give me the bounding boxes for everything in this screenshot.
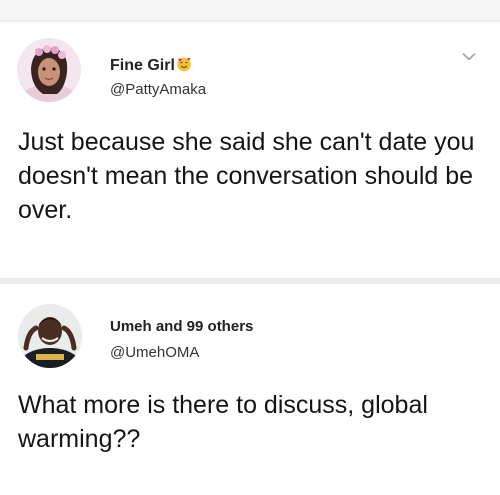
display-name[interactable]: Fine Girl (110, 56, 192, 75)
avatar[interactable] (17, 38, 81, 102)
avatar-image (18, 304, 82, 368)
user-handle[interactable]: @PattyAmaka (110, 81, 206, 98)
tweet-text: What more is there to discuss, global wa… (18, 391, 428, 453)
tweet-card[interactable]: Fine Girl @PattyAmaka Just because she s… (0, 22, 500, 278)
chevron-down-icon[interactable] (462, 52, 476, 62)
tweet-text: Just because she said she can't date you… (18, 128, 475, 224)
tweet-card[interactable]: Umeh and 99 others @UmehOMA What more is… (0, 284, 500, 495)
avatar-image (17, 38, 81, 102)
user-handle[interactable]: @UmehOMA (110, 344, 199, 361)
display-name-text: Fine Girl (110, 57, 175, 74)
status-bar-strip (0, 0, 500, 20)
avatar[interactable] (18, 304, 82, 368)
smiling-face-with-hearts-icon (177, 57, 191, 72)
display-name[interactable]: Umeh and 99 others (110, 318, 253, 335)
